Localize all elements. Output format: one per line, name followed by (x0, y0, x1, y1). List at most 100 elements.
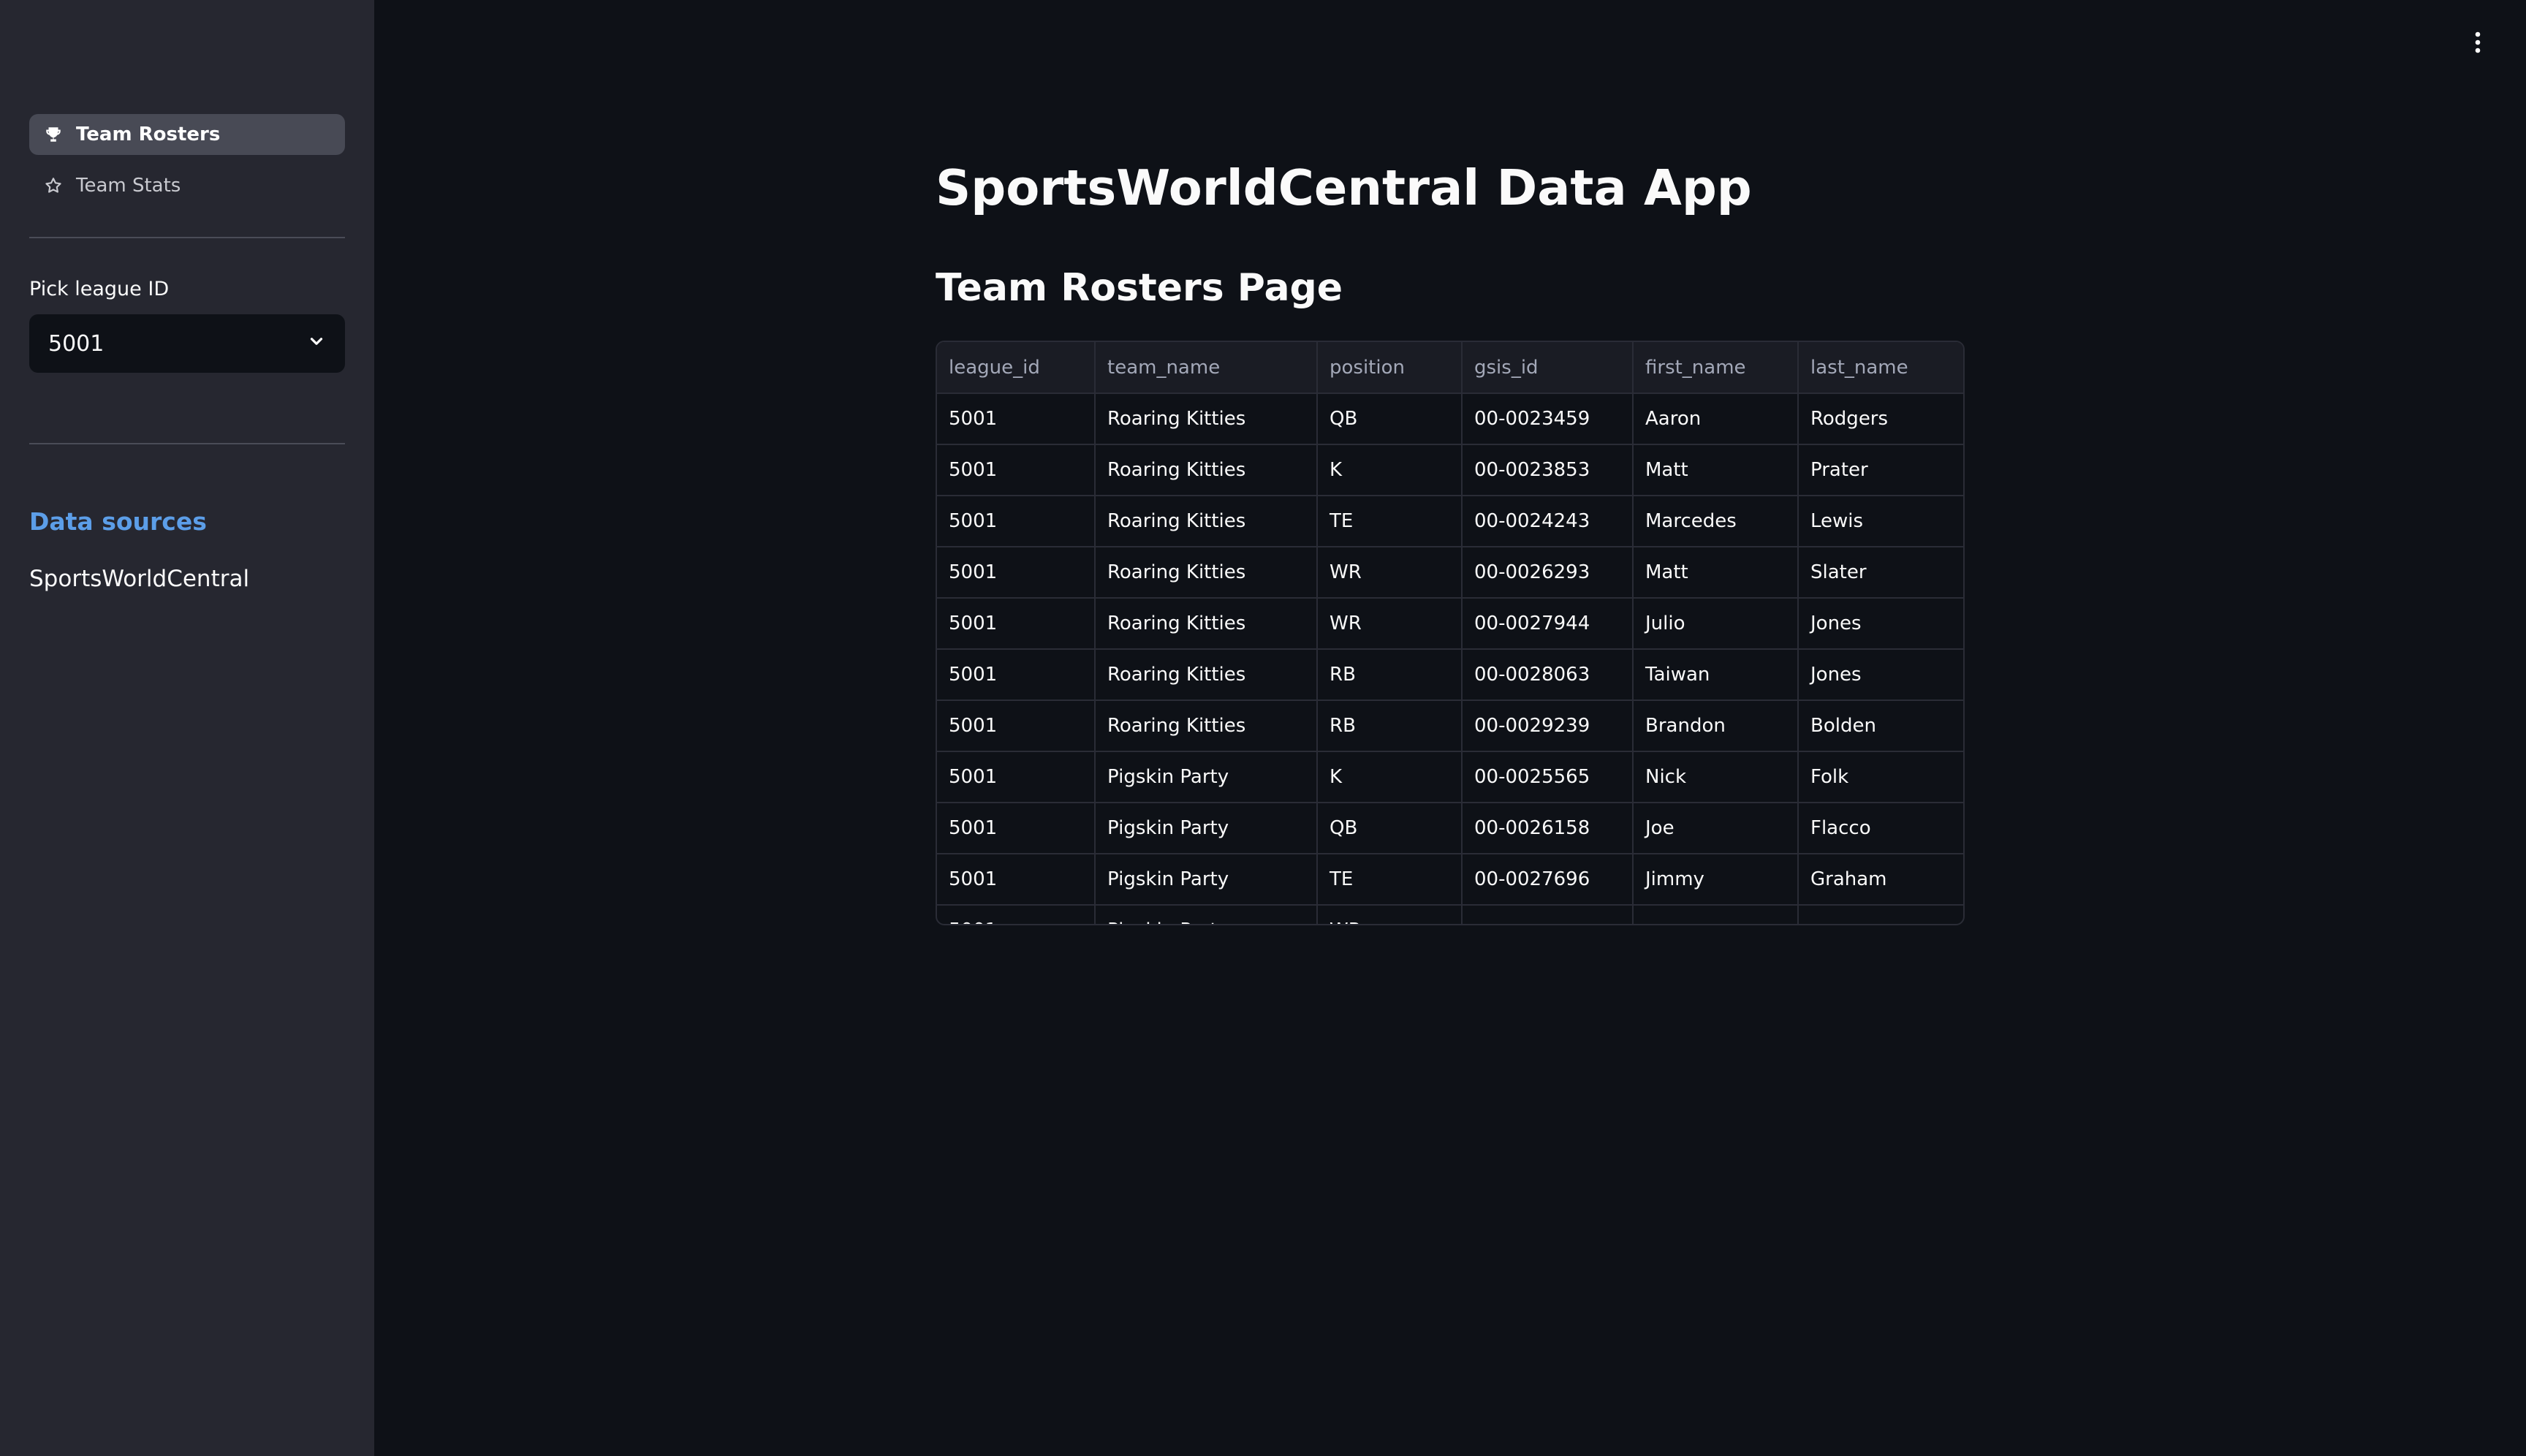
table-cell[interactable]: Nick (1633, 751, 1799, 803)
table-cell[interactable]: 5001 (937, 751, 1096, 803)
table-cell[interactable]: 00-0024243 (1462, 496, 1634, 547)
table-row[interactable]: 5001 Pigskin Party TE 00-0027696 Jimmy Graham (937, 854, 1963, 906)
roster-table[interactable]: league_id team_name position gsis_id fir… (936, 341, 1965, 925)
sidebar: Team Rosters Team Stats Pick league ID 5… (0, 0, 374, 1456)
table-row[interactable]: 5001 Roaring Kitties K 00-0023853 Matt Prater (937, 444, 1963, 496)
table-cell[interactable]: RB (1317, 700, 1463, 752)
table-cell[interactable]: Rodgers (1798, 393, 1963, 445)
table-cell[interactable]: Folk (1798, 751, 1963, 803)
table-cell[interactable]: Pigskin Party (1095, 751, 1318, 803)
table-cell[interactable]: Roaring Kitties (1095, 393, 1318, 445)
table-cell[interactable]: Jimmy (1633, 854, 1799, 906)
table-cell[interactable]: Aaron (1633, 393, 1799, 445)
table-row[interactable]: 5001 Roaring Kitties QB 00-0023459 Aaron Rodg… (937, 393, 1963, 445)
column-header[interactable]: league_id (937, 342, 1096, 394)
table-cell[interactable]: K (1317, 751, 1463, 803)
sidebar-divider (29, 443, 345, 444)
table-row[interactable]: 5001 Roaring Kitties TE 00-0024243 Marcedes L… (937, 496, 1963, 547)
table-cell[interactable]: Matt (1633, 444, 1799, 496)
table-cell[interactable]: WR (1317, 547, 1463, 599)
table-cell[interactable]: RB (1317, 649, 1463, 701)
table-cell[interactable] (1462, 905, 1634, 924)
table-cell[interactable]: Jones (1798, 598, 1963, 650)
table-cell[interactable]: Brandon (1633, 700, 1799, 752)
table-cell[interactable]: 5001 (937, 547, 1096, 599)
column-header[interactable]: first_name (1633, 342, 1799, 394)
table-cell[interactable]: 5001 (937, 905, 1096, 924)
nav-label: Team Rosters (76, 124, 221, 145)
league-id-select[interactable]: 5001 (29, 314, 345, 373)
column-header[interactable]: position (1317, 342, 1463, 394)
table-cell[interactable]: 00-0026293 (1462, 547, 1634, 599)
table-cell[interactable]: 5001 (937, 598, 1096, 650)
table-cell[interactable]: Bolden (1798, 700, 1963, 752)
table-row[interactable]: 5001 Pigskin Party K 00-0025565 Nick Folk (937, 751, 1963, 803)
table-row[interactable]: 5001 Roaring Kitties RB 00-0029239 Brandon Bo… (937, 700, 1963, 752)
table-header-row: league_id team_name position gsis_id fir… (937, 342, 1963, 394)
table-cell[interactable]: WR (1317, 905, 1463, 924)
column-header[interactable]: gsis_id (1462, 342, 1634, 394)
table-cell[interactable]: Roaring Kitties (1095, 444, 1318, 496)
table-cell[interactable] (1633, 905, 1799, 924)
table-cell[interactable]: Pigskin Party (1095, 803, 1318, 854)
table-cell[interactable]: 00-0029239 (1462, 700, 1634, 752)
table-cell[interactable]: 5001 (937, 444, 1096, 496)
table-cell[interactable]: 00-0027944 (1462, 598, 1634, 650)
table-cell[interactable]: Pigskin Party (1095, 854, 1318, 906)
table-cell[interactable]: TE (1317, 496, 1463, 547)
table-cell[interactable]: Jones (1798, 649, 1963, 701)
nav-item-team-rosters[interactable]: Team Rosters (29, 114, 345, 155)
nav-item-team-stats[interactable]: Team Stats (29, 165, 345, 206)
table-cell[interactable]: 00-0028063 (1462, 649, 1634, 701)
trophy-icon (42, 124, 64, 145)
page-title: Team Rosters Page (936, 266, 1343, 310)
column-header[interactable]: last_name (1798, 342, 1963, 394)
table-cell[interactable]: 5001 (937, 393, 1096, 445)
table-cell[interactable]: QB (1317, 803, 1463, 854)
table-cell[interactable]: 00-0026158 (1462, 803, 1634, 854)
table-cell[interactable]: Lewis (1798, 496, 1963, 547)
table-cell[interactable]: WR (1317, 598, 1463, 650)
data-sources-heading: Data sources (29, 507, 207, 536)
table-cell[interactable]: 00-0023853 (1462, 444, 1634, 496)
league-select-value: 5001 (48, 330, 105, 357)
table-cell[interactable]: Roaring Kitties (1095, 496, 1318, 547)
table-cell[interactable] (1798, 905, 1963, 924)
table-cell[interactable]: K (1317, 444, 1463, 496)
nav-label: Team Stats (76, 175, 181, 197)
table-cell[interactable]: Marcedes (1633, 496, 1799, 547)
table-cell[interactable]: Roaring Kitties (1095, 649, 1318, 701)
data-source-item: SportsWorldCentral (29, 566, 250, 592)
table-cell[interactable]: 00-0023459 (1462, 393, 1634, 445)
table-cell[interactable]: Roaring Kitties (1095, 547, 1318, 599)
table-row[interactable]: 5001 Roaring Kitties RB 00-0028063 Taiwan Jon… (937, 649, 1963, 701)
table-cell[interactable]: TE (1317, 854, 1463, 906)
table-row[interactable]: 5001 Roaring Kitties WR 00-0027944 Julio Jone… (937, 598, 1963, 650)
table-cell[interactable]: Pigskin Party (1095, 905, 1318, 924)
table-cell[interactable]: 5001 (937, 496, 1096, 547)
table-cell[interactable]: 00-0025565 (1462, 751, 1634, 803)
more-vertical-icon (2473, 31, 2482, 57)
table-row[interactable]: 5001Pigskin PartyWR (937, 905, 1963, 924)
table-cell[interactable]: Julio (1633, 598, 1799, 650)
table-row[interactable]: 5001 Roaring Kitties WR 00-0026293 Matt Slate… (937, 547, 1963, 599)
table-cell[interactable]: 00-0027696 (1462, 854, 1634, 906)
table-cell[interactable]: 5001 (937, 649, 1096, 701)
table-row[interactable]: 5001 Pigskin Party QB 00-0026158 Joe Flacco (937, 803, 1963, 854)
table-cell[interactable]: 5001 (937, 803, 1096, 854)
table-cell[interactable]: Flacco (1798, 803, 1963, 854)
main-menu-button[interactable] (2463, 29, 2492, 58)
table-cell[interactable]: Slater (1798, 547, 1963, 599)
table-cell[interactable]: 5001 (937, 854, 1096, 906)
table-cell[interactable]: QB (1317, 393, 1463, 445)
table-cell[interactable]: Roaring Kitties (1095, 598, 1318, 650)
table-cell[interactable]: Taiwan (1633, 649, 1799, 701)
table-cell[interactable]: Matt (1633, 547, 1799, 599)
table-cell[interactable]: Roaring Kitties (1095, 700, 1318, 752)
table-cell[interactable]: 5001 (937, 700, 1096, 752)
table-cell[interactable]: Graham (1798, 854, 1963, 906)
sidebar-nav: Team Rosters Team Stats (29, 114, 345, 216)
column-header[interactable]: team_name (1095, 342, 1318, 394)
table-cell[interactable]: Joe (1633, 803, 1799, 854)
table-cell[interactable]: Prater (1798, 444, 1963, 496)
